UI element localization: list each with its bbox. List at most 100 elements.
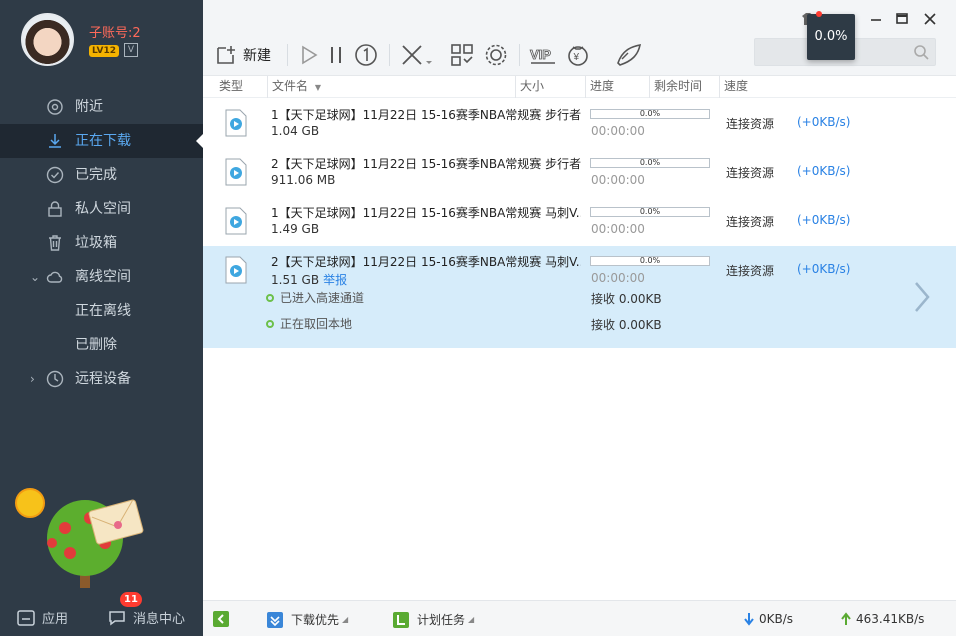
apps-button[interactable]: 应用: [16, 608, 68, 627]
sidebar-item-label: 离线空间: [75, 269, 131, 285]
play-icon: [302, 45, 318, 65]
arrow-left-icon: [213, 611, 229, 627]
table-row[interactable]: 2【天下足球网】11月22日 15-16赛季NBA常规赛 步行者... 911.…: [203, 148, 956, 197]
notification-dot: [816, 11, 822, 17]
search-icon[interactable]: [913, 44, 929, 60]
vip-icon: VIP: [530, 47, 555, 64]
sidebar-nav: 附近 正在下载 已完成 私人空间 垃圾箱 ⌄ 离线空间 正在离线 已删除 › 远…: [0, 90, 203, 396]
cloud-icon: [46, 271, 63, 283]
column-filename[interactable]: 文件名 ▼: [267, 76, 515, 98]
download-status: 连接资源: [726, 166, 775, 180]
sidebar-item-nearby[interactable]: 附近: [0, 90, 203, 124]
video-file-icon: [225, 207, 247, 235]
status-dot-icon: [266, 294, 274, 302]
file-size-container: 1.51 GB 举报: [271, 271, 347, 288]
download-icon: [49, 134, 61, 148]
sidebar-item-private-space[interactable]: 私人空间: [0, 192, 203, 226]
download-status: 连接资源: [726, 264, 775, 278]
sidebar-item-offline-space[interactable]: ⌄ 离线空间: [0, 260, 203, 294]
column-speed[interactable]: 速度: [719, 76, 956, 98]
scheduled-tasks-button[interactable]: 计划任务 ◢: [393, 611, 474, 628]
close-window-icon[interactable]: [921, 10, 939, 28]
chevron-down-icon[interactable]: ⌄: [30, 260, 40, 294]
column-size[interactable]: 大小: [515, 76, 585, 98]
status-bar: 下载优先 ◢ 计划任务 ◢ 0KB/s 463.41KB/s: [203, 600, 956, 636]
chevron-right-icon[interactable]: ›: [30, 362, 35, 396]
report-link[interactable]: 举报: [323, 273, 347, 287]
sidebar-item-trash[interactable]: 垃圾箱: [0, 226, 203, 260]
close-icon: [402, 45, 432, 65]
settings-button[interactable]: [483, 42, 509, 68]
collapse-sidebar-button[interactable]: [213, 611, 237, 627]
single-task-button[interactable]: [353, 42, 379, 68]
new-task-button[interactable]: 新建: [215, 42, 271, 68]
apps-label: 应用: [42, 612, 69, 627]
video-file-icon: [225, 158, 247, 186]
level-badge: LV12: [89, 45, 119, 57]
sidebar-item-offline-running[interactable]: 正在离线: [0, 294, 203, 328]
pause-icon: [331, 47, 341, 63]
download-priority-button[interactable]: 下载优先 ◢: [267, 611, 348, 628]
video-file-icon: [225, 256, 247, 284]
detail-label: 已进入高速通道: [280, 291, 365, 305]
sidebar-item-label: 附近: [75, 99, 103, 115]
chevron-right-icon[interactable]: [913, 281, 931, 313]
pause-button[interactable]: [327, 42, 345, 68]
sidebar-item-label: 私人空间: [75, 201, 131, 217]
chat-icon: [109, 610, 125, 625]
messages-button[interactable]: 消息中心: [107, 608, 185, 627]
table-row[interactable]: 1【天下足球网】11月22日 15-16赛季NBA常规赛 马刺V... 1.49…: [203, 197, 956, 246]
sidebar-item-completed[interactable]: 已完成: [0, 158, 203, 192]
vip-badge-icon[interactable]: V: [124, 43, 138, 57]
arrow-down-icon: [744, 613, 754, 626]
maximize-icon[interactable]: [893, 10, 911, 28]
location-icon: [47, 99, 63, 115]
time-left: 00:00:00: [591, 173, 645, 187]
progress-bar: 0.0%: [590, 207, 710, 217]
start-button[interactable]: [297, 42, 321, 68]
message-count-badge: 11: [120, 592, 142, 607]
download-status: 连接资源: [726, 117, 775, 131]
column-progress[interactable]: 进度: [585, 76, 649, 98]
sidebar-item-label: 已完成: [75, 167, 117, 183]
minimize-icon[interactable]: [867, 10, 885, 28]
priority-icon: [267, 611, 283, 628]
file-name: 1【天下足球网】11月22日 15-16赛季NBA常规赛 马刺V...: [271, 206, 581, 220]
sidebar-item-label: 垃圾箱: [75, 235, 117, 251]
detail-high-speed-channel: 已进入高速通道: [266, 290, 364, 306]
check-circle-icon: [46, 166, 64, 184]
new-task-label: 新建: [243, 48, 271, 64]
dropdown-icon: ◢: [468, 615, 475, 624]
file-size: 1.49 GB: [271, 222, 320, 236]
remote-icon: [46, 370, 64, 388]
table-header: 类型 文件名 ▼ 大小 进度 剩余时间 速度: [203, 76, 956, 98]
progress-text: 0.0%: [639, 158, 661, 167]
vip-button[interactable]: VIP: [529, 42, 557, 68]
sidebar: 子账号:2 LV12 V 附近 正在下载 已完成 私人空间 垃圾箱 ⌄ 离线空间…: [0, 0, 203, 636]
speedup-button[interactable]: [613, 42, 643, 68]
sidebar-item-remote-devices[interactable]: › 远程设备: [0, 362, 203, 396]
download-rate: 0KB/s: [743, 612, 793, 626]
profile-area: 子账号:2 LV12 V: [0, 0, 203, 90]
sidebar-item-downloading[interactable]: 正在下载: [0, 124, 203, 158]
accelerate-button[interactable]: ¥: [565, 42, 591, 68]
qrcode-button[interactable]: [449, 42, 475, 68]
column-time-left[interactable]: 剩余时间: [649, 76, 719, 98]
number-one-icon: [355, 44, 377, 66]
sidebar-item-label: 正在离线: [75, 303, 131, 319]
svg-text:¥: ¥: [573, 52, 580, 63]
progress-text: 0.0%: [639, 207, 661, 216]
progress-bar: 0.0%: [590, 158, 710, 168]
coin-bag-icon: ¥: [568, 46, 588, 66]
file-size: 911.06 MB: [271, 173, 336, 187]
avatar[interactable]: [21, 13, 74, 66]
sidebar-item-deleted[interactable]: 已删除: [0, 328, 203, 362]
username[interactable]: 子账号:2: [89, 22, 141, 41]
table-row-selected[interactable]: 2【天下足球网】11月22日 15-16赛季NBA常规赛 马刺V... 1.51…: [203, 246, 956, 348]
fruit-tree-illustration[interactable]: [10, 483, 150, 593]
table-row[interactable]: 1【天下足球网】11月22日 15-16赛季NBA常规赛 步行者... 1.04…: [203, 99, 956, 148]
delete-button[interactable]: [399, 42, 433, 68]
column-filename-label: 文件名: [272, 79, 309, 93]
column-type[interactable]: 类型: [215, 76, 271, 98]
sidebar-item-label: 已删除: [75, 337, 117, 353]
